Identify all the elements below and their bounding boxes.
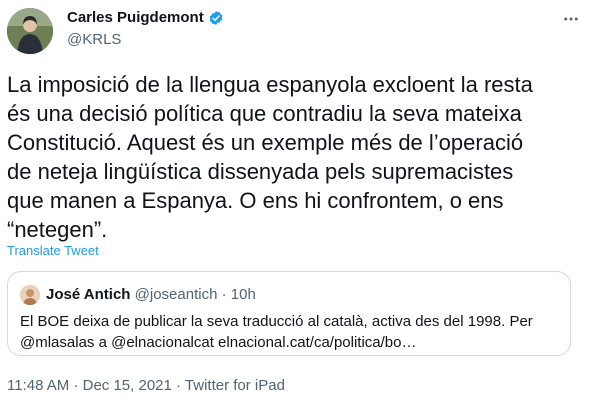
quoted-text-line2: @mlasalas a @elnacionalcat elnacional.ca…	[20, 334, 417, 351]
quoted-author-name: José Antich	[46, 286, 131, 303]
quoted-header: José Antich @joseantich · 10h	[46, 286, 256, 303]
quoted-text: El BOE deixa de publicar la seva traducc…	[20, 311, 560, 353]
quoted-author-handle: @joseantich	[134, 286, 218, 303]
tweet-text: La imposició de la llengua espanyola exc…	[7, 72, 533, 242]
tweet-time[interactable]: 11:48 AM	[7, 377, 69, 394]
tweet-date[interactable]: Dec 15, 2021	[83, 377, 172, 394]
author-name[interactable]: Carles Puigdemont	[67, 9, 204, 26]
meta-separator: ·	[176, 377, 182, 394]
quoted-time: 10h	[230, 286, 256, 303]
author-handle[interactable]: @KRLS	[67, 31, 121, 48]
author-name-row[interactable]: Carles Puigdemont	[67, 9, 224, 26]
quoted-tweet[interactable]: José Antich @joseantich · 10h El BOE dei…	[7, 271, 571, 356]
meta-separator: ·	[73, 377, 79, 394]
quoted-text-line1: El BOE deixa de publicar la seva traducc…	[20, 313, 533, 330]
author-avatar[interactable]	[7, 8, 53, 54]
quoted-separator: ·	[221, 286, 227, 303]
more-options-icon[interactable]	[560, 8, 582, 30]
translate-tweet-link[interactable]: Translate Tweet	[7, 243, 99, 258]
tweet-source: Twitter for iPad	[184, 377, 285, 394]
quoted-author-avatar	[20, 285, 40, 305]
tweet-meta: 11:48 AM · Dec 15, 2021 · Twitter for iP…	[7, 377, 285, 394]
verified-badge-icon	[208, 10, 224, 26]
